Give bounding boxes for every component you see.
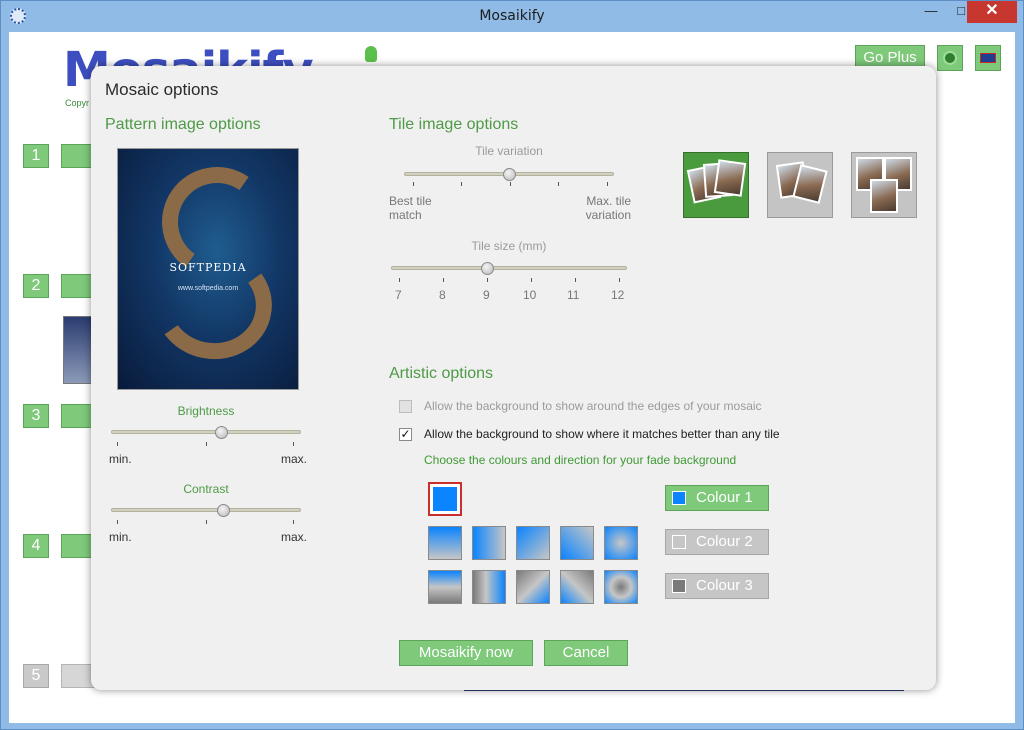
step-4-badge[interactable]: 4	[23, 534, 49, 558]
fade-radial3-swatch[interactable]	[604, 570, 638, 604]
contrast-label: Contrast	[183, 482, 229, 496]
tile-variation-right: Max. tile variation	[585, 194, 631, 222]
colour-2-swatch-icon	[672, 535, 686, 549]
fade-radial-swatch[interactable]	[604, 526, 638, 560]
step-1-badge[interactable]: 1	[23, 144, 49, 168]
mosaic-options-dialog: Mosaic options Pattern image options SOF…	[91, 66, 936, 690]
tile-variation-left: Best tile match	[389, 194, 432, 222]
tile-size-label: Tile size (mm)	[471, 239, 547, 253]
colour-2-button[interactable]: Colour 2	[665, 529, 769, 555]
watermark-text: SOFTPEDIA	[169, 261, 247, 274]
step-3-badge[interactable]: 3	[23, 404, 49, 428]
edges-checkbox[interactable]	[399, 400, 412, 413]
fade-horizontal-swatch[interactable]	[472, 526, 506, 560]
colour-3-button[interactable]: Colour 3	[665, 573, 769, 599]
tile-size-tick: 11	[567, 288, 580, 302]
brightness-label: Brightness	[177, 404, 235, 418]
maximize-icon: □	[957, 3, 965, 18]
tile-size-tick: 12	[611, 288, 625, 302]
brightness-max: max.	[281, 452, 308, 466]
colour-1-swatch-icon	[672, 491, 686, 505]
tile-variation-label: Tile variation	[475, 144, 543, 158]
tile-style-grid[interactable]	[851, 152, 917, 218]
minimize-icon: —	[924, 3, 938, 18]
fade-diagonal-swatch[interactable]	[516, 526, 550, 560]
title-bar[interactable]: Mosaikify — □ ✕	[1, 1, 1023, 31]
step-2-badge[interactable]: 2	[23, 274, 49, 298]
tile-variation-knob[interactable]	[503, 168, 516, 181]
language-button[interactable]	[975, 45, 1001, 71]
close-button[interactable]: ✕	[967, 1, 1017, 23]
app-window: Mosaikify — □ ✕ Mosaikify Copyr Go Plus …	[0, 0, 1024, 730]
globe-icon	[943, 51, 957, 65]
pattern-image: SOFTPEDIA www.softpedia.com	[117, 148, 299, 390]
mosaikify-now-button[interactable]: Mosaikify now	[399, 640, 533, 666]
fade-vertical-swatch[interactable]	[428, 526, 462, 560]
fade-solid-swatch[interactable]	[428, 482, 462, 516]
colour-3-label: Colour 3	[696, 577, 753, 594]
colour-1-button[interactable]: Colour 1	[665, 485, 769, 511]
fade-horizontal3-swatch[interactable]	[472, 570, 506, 604]
match-checkbox[interactable]: ✓	[399, 428, 412, 441]
contrast-min: min.	[109, 530, 132, 544]
artistic-heading: Artistic options	[389, 365, 494, 382]
fade-vertical3-swatch[interactable]	[428, 570, 462, 604]
tile-size-knob[interactable]	[481, 262, 494, 275]
copyright-text: Copyr	[65, 98, 90, 108]
contrast-knob[interactable]	[217, 504, 230, 517]
tile-size-tick: 8	[439, 288, 446, 302]
tile-size-slider[interactable]	[391, 266, 627, 270]
fade-antidiagonal-swatch[interactable]	[560, 526, 594, 560]
bulb-icon	[365, 46, 377, 62]
tile-heading: Tile image options	[389, 116, 519, 133]
close-icon: ✕	[985, 2, 999, 19]
brightness-knob[interactable]	[215, 426, 228, 439]
watermark-url: www.softpedia.com	[177, 285, 239, 292]
fade-antidiagonal3-swatch[interactable]	[560, 570, 594, 604]
colour-1-label: Colour 1	[696, 489, 753, 506]
fade-diagonal3-swatch[interactable]	[516, 570, 550, 604]
brightness-slider[interactable]	[111, 430, 301, 434]
uk-flag-icon	[980, 53, 996, 63]
client-area: Mosaikify Copyr Go Plus 1 2 3 4 5 Mosaic…	[9, 32, 1015, 723]
contrast-slider[interactable]	[111, 508, 301, 512]
minimize-button[interactable]: —	[915, 1, 947, 23]
web-button[interactable]	[937, 45, 963, 71]
pattern-heading: Pattern image options	[105, 116, 261, 133]
window-title: Mosaikify	[479, 8, 545, 24]
colour-2-label: Colour 2	[696, 533, 753, 550]
tile-style-scattered[interactable]	[683, 152, 749, 218]
step-5-badge[interactable]: 5	[23, 664, 49, 688]
edges-checkbox-label: Allow the background to show around the …	[424, 399, 762, 413]
tile-size-tick: 10	[523, 288, 537, 302]
tile-style-tilted[interactable]	[767, 152, 833, 218]
match-checkbox-label: Allow the background to show where it ma…	[424, 427, 780, 441]
cancel-button[interactable]: Cancel	[544, 640, 628, 666]
brightness-min: min.	[109, 452, 132, 466]
colour-3-swatch-icon	[672, 579, 686, 593]
tile-size-tick: 9	[483, 288, 490, 302]
dialog-title: Mosaic options	[105, 80, 219, 99]
contrast-max: max.	[281, 530, 308, 544]
fade-instructions: Choose the colours and direction for you…	[424, 453, 737, 467]
tile-size-tick: 7	[395, 288, 402, 302]
